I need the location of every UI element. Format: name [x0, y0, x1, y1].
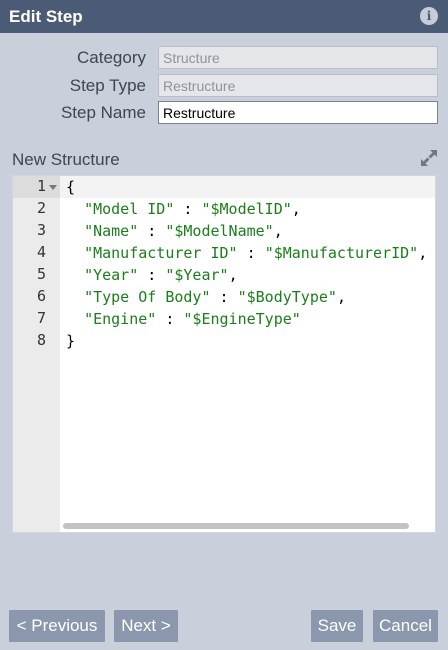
code-token: : [138, 222, 166, 240]
code-editor[interactable]: 1 2 3 4 5 6 7 8 { "Model ID" : "$ModelID", "Nam… [12, 175, 436, 533]
code-string: "Type Of Body" [84, 288, 211, 306]
horizontal-scrollbar[interactable] [63, 523, 409, 529]
category-label: Category [77, 48, 146, 67]
code-line: { [66, 176, 75, 198]
code-string: "$ManufacturerID" [264, 244, 419, 262]
line-number: 1 [36, 177, 46, 195]
code-string: "Engine" [84, 310, 157, 328]
next-button[interactable]: Next > [114, 610, 178, 642]
previous-button[interactable]: < Previous [9, 610, 105, 642]
code-token: , [336, 288, 346, 306]
step-type-label: Step Type [69, 76, 146, 95]
code-token: , [273, 222, 283, 240]
new-structure-title: New Structure [12, 150, 120, 169]
code-line: "Name" : "$ModelName", [66, 220, 283, 242]
code-token: , [291, 200, 301, 218]
line-number: 7 [36, 309, 46, 327]
code-string: "Manufacturer ID" [84, 244, 238, 262]
code-string: "$Year" [165, 266, 229, 284]
category-field [158, 46, 438, 69]
active-line-highlight [60, 176, 435, 198]
code-token: } [66, 332, 76, 350]
code-line: "Model ID" : "$ModelID", [66, 198, 301, 220]
save-button[interactable]: Save [311, 610, 363, 642]
code-token: { [66, 178, 76, 196]
step-type-field [158, 74, 438, 97]
line-number: 4 [36, 243, 46, 261]
code-string: "$BodyType" [237, 288, 337, 306]
editor-gutter: 1 2 3 4 5 6 7 8 [13, 176, 60, 532]
step-name-row: Step Name [0, 101, 448, 125]
step-name-label: Step Name [60, 103, 146, 122]
code-string: "Year" [84, 266, 139, 284]
code-token: : [237, 244, 265, 262]
line-number: 5 [36, 265, 46, 283]
code-token: : [210, 288, 238, 306]
line-number: 8 [36, 331, 46, 349]
expand-icon[interactable] [419, 148, 439, 168]
info-icon[interactable]: i [420, 7, 438, 25]
cancel-button[interactable]: Cancel [373, 610, 438, 642]
code-token: : [174, 200, 202, 218]
fold-toggle-icon[interactable] [49, 185, 57, 190]
step-type-row: Step Type [0, 74, 448, 98]
code-token: , [418, 244, 428, 262]
category-row: Category [0, 46, 448, 70]
code-line: } [66, 330, 75, 352]
code-string: "Model ID" [84, 200, 175, 218]
line-number: 3 [36, 221, 46, 239]
code-string: "$ModelName" [165, 222, 274, 240]
code-line: "Year" : "$Year", [66, 264, 238, 286]
code-line: "Type Of Body" : "$BodyType", [66, 286, 346, 308]
code-string: "$ModelID" [201, 200, 292, 218]
code-token: : [156, 310, 184, 328]
code-string: "$EngineType" [183, 310, 301, 328]
code-token: , [228, 266, 238, 284]
step-name-input[interactable] [158, 101, 438, 124]
code-line: "Engine" : "$EngineType" [66, 308, 301, 330]
line-number: 6 [36, 287, 46, 305]
dialog-title-bar: Edit Step i [0, 0, 448, 33]
code-string: "Name" [84, 222, 139, 240]
code-line: "Manufacturer ID" : "$ManufacturerID", [66, 242, 427, 264]
dialog-title: Edit Step [9, 7, 83, 26]
line-number: 2 [36, 199, 46, 217]
code-token: : [138, 266, 166, 284]
